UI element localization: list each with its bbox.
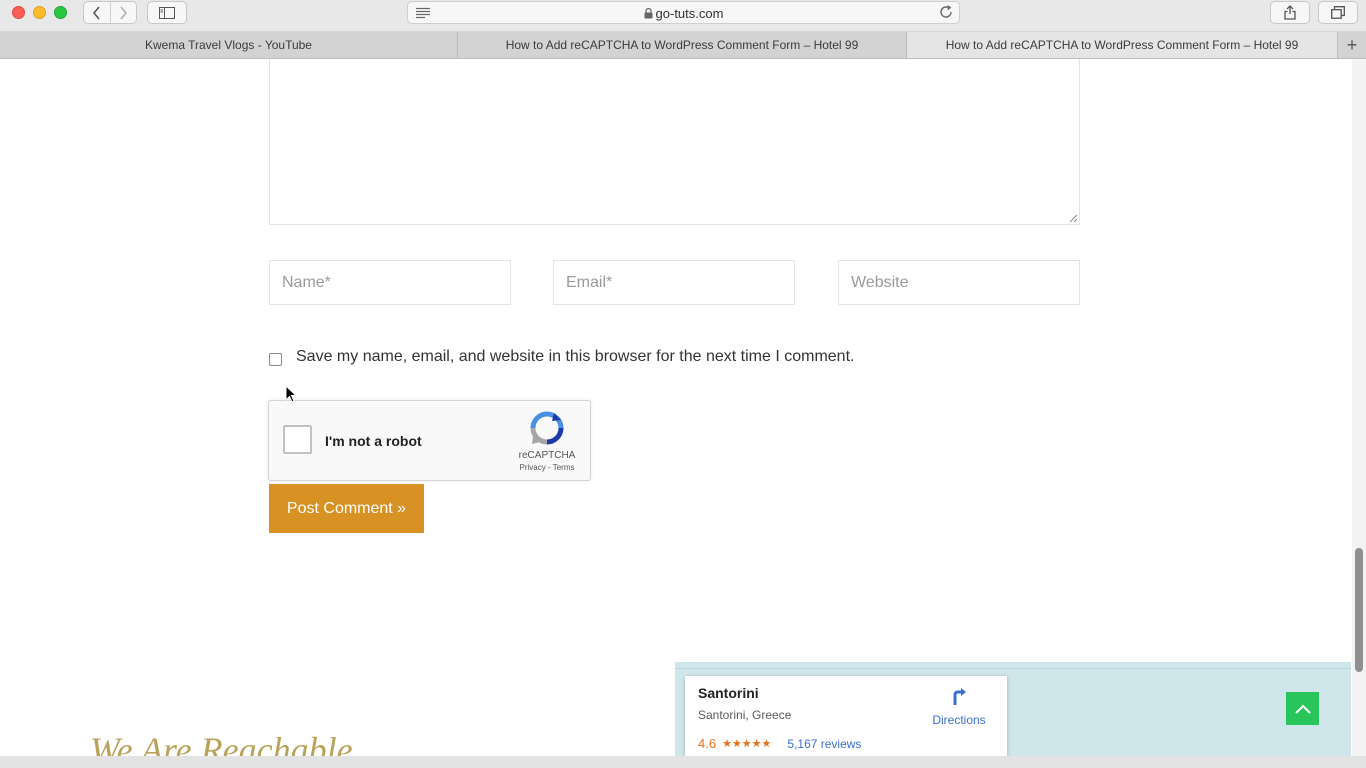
tab-kwema-travel[interactable]: Kwema Travel Vlogs - YouTube: [0, 32, 458, 58]
recaptcha-label: I'm not a robot: [325, 433, 422, 449]
back-to-top-button[interactable]: [1286, 692, 1319, 725]
reviews-link[interactable]: 5,167 reviews: [787, 737, 861, 751]
chevron-left-icon: [93, 5, 100, 20]
tab-title: Kwema Travel Vlogs - YouTube: [145, 38, 312, 52]
post-comment-button[interactable]: Post Comment »: [269, 484, 424, 533]
map-place-card: Santorini Santorini, Greece 4.6 ★★★★★ 5,…: [685, 676, 1007, 756]
directions-button[interactable]: Directions: [917, 686, 1001, 727]
rating-value: 4.6: [698, 736, 717, 751]
window-zoom-button[interactable]: [54, 6, 67, 19]
comment-textarea[interactable]: [269, 59, 1080, 225]
chevron-up-icon: [1294, 704, 1311, 714]
mouse-cursor-icon: [285, 385, 297, 403]
tab-title: How to Add reCAPTCHA to WordPress Commen…: [505, 38, 859, 52]
recaptcha-checkbox[interactable]: [283, 425, 312, 454]
resize-grip-icon[interactable]: [1069, 214, 1078, 223]
navigation-buttons: [83, 1, 137, 24]
tab-overview-icon: [1331, 6, 1345, 19]
chevron-right-icon: [120, 5, 127, 20]
place-name: Santorini: [698, 685, 759, 701]
plus-icon: +: [1346, 34, 1358, 55]
map-embed[interactable]: Santorini Santorini, Greece 4.6 ★★★★★ 5,…: [675, 662, 1351, 756]
reachable-heading: We Are Reachable: [90, 730, 353, 756]
new-tab-button[interactable]: +: [1338, 32, 1366, 58]
name-field[interactable]: [269, 260, 511, 305]
share-icon: [1284, 5, 1296, 20]
window-bottom-edge: [0, 756, 1366, 768]
page-content: Save my name, email, and website in this…: [0, 59, 1352, 756]
rating-row: 4.6 ★★★★★ 5,167 reviews: [698, 736, 861, 751]
rating-stars-icon: ★★★★★: [722, 738, 772, 750]
directions-label: Directions: [932, 713, 986, 727]
directions-icon: [953, 688, 966, 705]
email-field[interactable]: [553, 260, 795, 305]
forward-button[interactable]: [109, 2, 137, 23]
sidebar-icon: [159, 6, 175, 19]
url-text: go-tuts.com: [655, 6, 724, 21]
tab-bar: Kwema Travel Vlogs - YouTube How to Add …: [0, 32, 1366, 59]
address-bar[interactable]: go-tuts.com: [407, 1, 960, 24]
window-close-button[interactable]: [12, 6, 25, 19]
tab-title: How to Add reCAPTCHA to WordPress Commen…: [945, 38, 1299, 52]
window-minimize-button[interactable]: [33, 6, 46, 19]
website-field[interactable]: [838, 260, 1080, 305]
recaptcha-widget: I'm not a robot reCAPTCHA Privacy - Term…: [268, 400, 591, 481]
recaptcha-logo-icon: [530, 411, 564, 445]
sidebar-toggle-button[interactable]: [147, 1, 187, 24]
lock-icon: [644, 7, 653, 19]
tab-recaptcha-article[interactable]: How to Add reCAPTCHA to WordPress Commen…: [458, 32, 907, 58]
url-display: go-tuts.com: [408, 6, 959, 21]
share-button[interactable]: [1270, 1, 1310, 24]
recaptcha-privacy-terms-link[interactable]: Privacy - Terms: [505, 463, 589, 472]
scrollbar-thumb[interactable]: [1355, 548, 1363, 672]
tab-overview-button[interactable]: [1318, 1, 1358, 24]
map-road: [675, 668, 1351, 669]
browser-toolbar: go-tuts.com: [0, 0, 1366, 32]
save-info-checkbox[interactable]: [269, 353, 282, 366]
back-button[interactable]: [84, 2, 110, 23]
reload-icon[interactable]: [939, 5, 953, 24]
place-location: Santorini, Greece: [698, 708, 792, 722]
tab-recaptcha-article-active[interactable]: How to Add reCAPTCHA to WordPress Commen…: [907, 32, 1338, 58]
recaptcha-brand: reCAPTCHA: [518, 450, 576, 461]
save-info-label: Save my name, email, and website in this…: [296, 348, 855, 365]
